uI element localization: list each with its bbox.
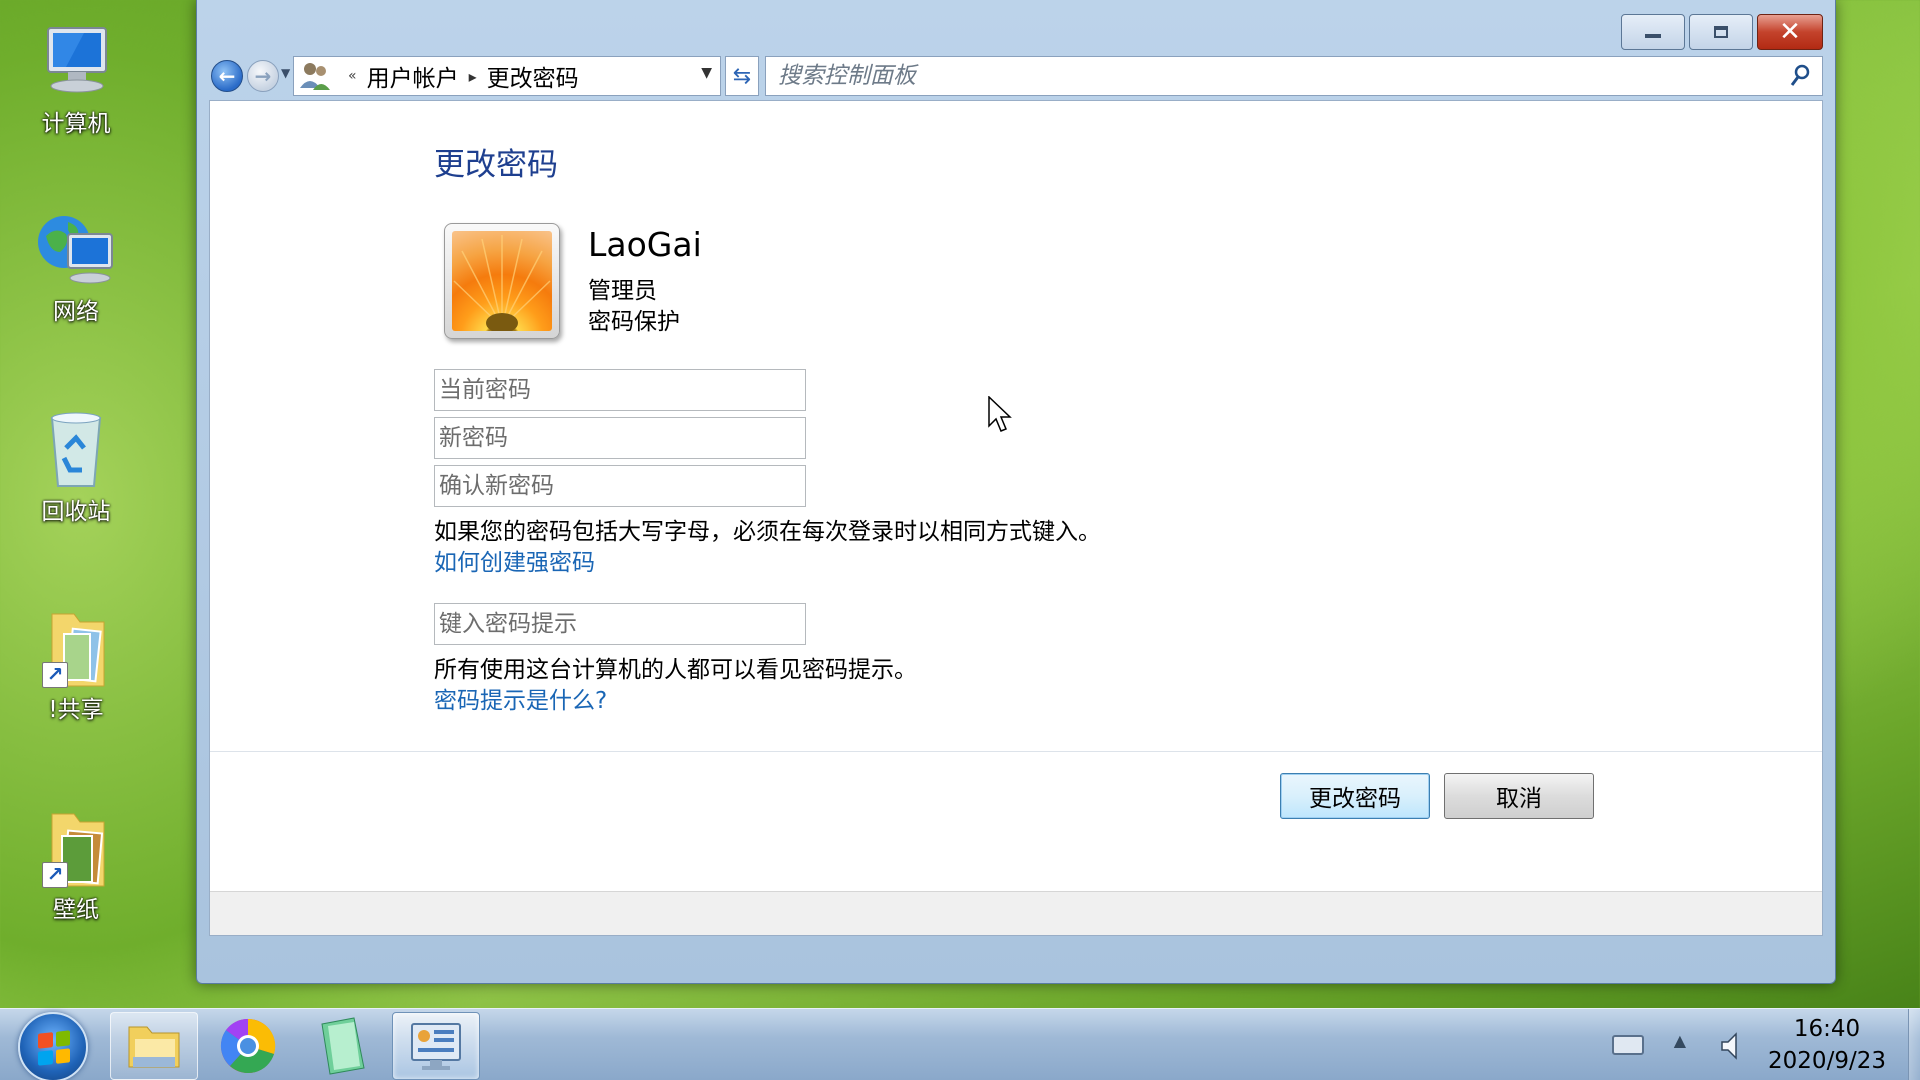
change-password-button[interactable]: 更改密码 (1280, 773, 1430, 819)
flower-avatar-image (452, 231, 552, 331)
desktop-icon-label: 网络 (53, 299, 99, 325)
user-password-status: 密码保护 (588, 309, 680, 335)
start-button[interactable] (18, 1012, 88, 1080)
cancel-button[interactable]: 取消 (1444, 773, 1594, 819)
minimize-icon (1645, 34, 1661, 38)
confirm-password-field[interactable] (434, 465, 806, 507)
windows-logo-icon (38, 1030, 70, 1066)
shortcut-arrow-icon: ↗ (42, 862, 68, 888)
network-globe-icon (34, 208, 118, 292)
desktop-icon-wallpaper[interactable]: ↗ 壁纸 (20, 806, 132, 924)
navigation-bar: ← → ▼ « 用户帐户 ▸ 更改密码 ▼ ⇆ (209, 56, 1823, 96)
folder-shortcut-icon: ↗ (34, 806, 118, 890)
desktop-icon-recycle-bin[interactable]: 回收站 (20, 408, 132, 526)
recycle-bin-icon (34, 408, 118, 492)
folder-shortcut-icon: ↗ (34, 606, 118, 690)
address-dropdown-icon[interactable]: ▼ (701, 65, 712, 81)
volume-icon[interactable] (1720, 1031, 1744, 1061)
desktop-icon-label: 壁纸 (53, 897, 99, 923)
clock-date: 2020/9/23 (1768, 1048, 1886, 1074)
keyboard-icon[interactable] (1612, 1035, 1644, 1055)
shortcut-arrow-icon: ↗ (42, 662, 68, 688)
arrow-left-icon: ← (218, 64, 236, 88)
chevron-right-icon[interactable]: ▸ (469, 67, 477, 86)
notes-icon (321, 1017, 365, 1075)
back-button[interactable]: ← (211, 60, 243, 92)
show-desktop-button[interactable] (1908, 1009, 1920, 1080)
password-hint-field[interactable] (434, 603, 806, 645)
desktop-icon-network[interactable]: 网络 (20, 208, 132, 326)
desktop-icon-share[interactable]: ↗ !共享 (20, 606, 132, 724)
folder-icon (128, 1026, 180, 1068)
password-hint-link[interactable]: 密码提示是什么? (434, 681, 607, 715)
new-password-field[interactable] (434, 417, 806, 459)
breadcrumb-overflow[interactable]: « (348, 68, 357, 84)
case-sensitivity-note: 如果您的密码包括大写字母，必须在每次登录时以相同方式键入。 (434, 519, 1101, 545)
current-password-field[interactable] (434, 369, 806, 411)
desktop-icon-label: !共享 (48, 697, 104, 723)
taskbar: ▲ 16:40 2020/9/23 (0, 1008, 1920, 1080)
taskbar-browser[interactable] (204, 1012, 292, 1080)
minimize-button[interactable] (1621, 14, 1685, 50)
recent-pages-dropdown[interactable]: ▼ (281, 66, 290, 80)
browser-icon (220, 1018, 276, 1074)
close-icon: ✕ (1779, 17, 1801, 47)
desktop-icon-label: 计算机 (41, 111, 111, 137)
user-name: LaoGai (588, 225, 702, 264)
divider (210, 751, 1822, 752)
control-panel-icon (411, 1023, 461, 1070)
desktop-icon-label: 回收站 (41, 499, 111, 525)
breadcrumb-change-password[interactable]: 更改密码 (487, 59, 579, 93)
taskbar-notepad[interactable] (298, 1012, 386, 1080)
search-icon[interactable] (1788, 63, 1812, 89)
taskbar-control-panel[interactable] (392, 1012, 480, 1080)
user-accounts-icon (298, 60, 332, 92)
address-bar[interactable]: « 用户帐户 ▸ 更改密码 ▼ (293, 56, 721, 96)
search-box[interactable] (765, 56, 1823, 96)
desktop-icon-computer[interactable]: 计算机 (20, 20, 132, 138)
content-pane: 更改密码 LaoGai 管理员 密码保护 如果您的密码包括大写字母，必须在每次登… (209, 100, 1823, 936)
refresh-icon: ⇆ (732, 63, 752, 89)
page-title: 更改密码 (434, 147, 558, 183)
hint-visibility-note: 所有使用这台计算机的人都可以看见密码提示。 (434, 657, 917, 683)
maximize-button[interactable] (1689, 14, 1753, 50)
arrow-right-icon: → (254, 64, 272, 88)
mouse-cursor-icon (988, 396, 1012, 432)
change-password-window: ✕ ← → ▼ « 用户帐户 ▸ 更改密码 ▼ ⇆ 搜索控制面板 更改密码 La… (196, 0, 1836, 984)
search-input[interactable] (778, 63, 1718, 89)
refresh-button[interactable]: ⇆ (725, 56, 759, 96)
avatar (444, 223, 560, 339)
computer-icon (34, 20, 118, 104)
status-bar (210, 891, 1822, 935)
maximize-icon (1714, 26, 1728, 38)
close-button[interactable]: ✕ (1757, 14, 1823, 50)
user-role: 管理员 (588, 278, 657, 304)
strong-password-link[interactable]: 如何创建强密码 (434, 543, 595, 577)
show-hidden-icons-icon[interactable]: ▲ (1674, 1031, 1686, 1050)
taskbar-file-explorer[interactable] (110, 1012, 198, 1080)
breadcrumb-user-accounts[interactable]: 用户帐户 (367, 59, 459, 93)
clock[interactable]: 16:40 2020/9/23 (1762, 1013, 1892, 1077)
window-controls: ✕ (1621, 14, 1823, 50)
forward-button[interactable]: → (247, 60, 279, 92)
clock-time: 16:40 (1793, 1016, 1861, 1042)
